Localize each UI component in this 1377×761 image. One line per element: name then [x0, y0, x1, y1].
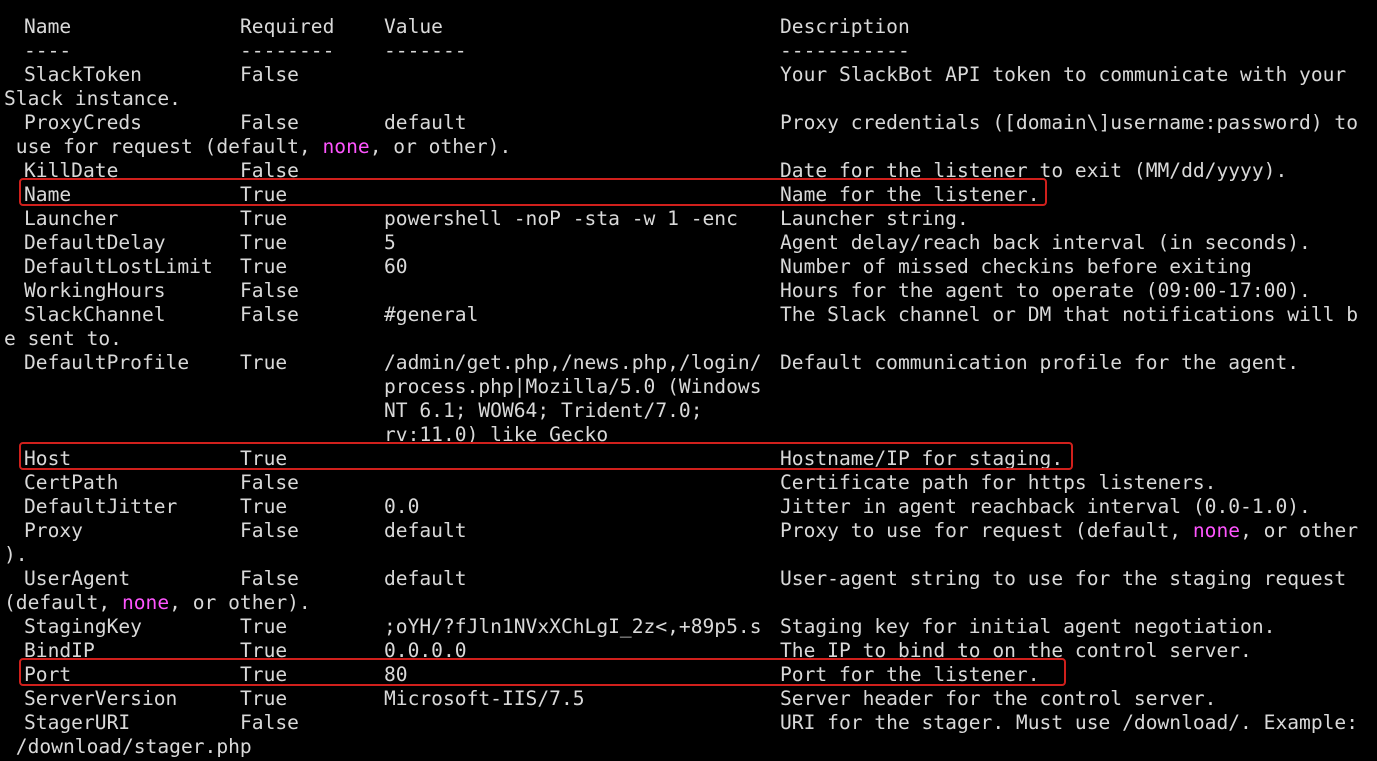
highlighted-keyword: none	[322, 135, 370, 158]
terminal-output: Name Required Value Description ---- --------…	[0, 0, 1377, 761]
option-name: WorkingHours	[24, 279, 166, 302]
highlighted-keyword: none	[121, 591, 170, 614]
option-required: True	[240, 615, 288, 638]
option-description: Jitter in agent reachback interval (0.0-…	[780, 495, 1311, 518]
option-required: True	[240, 231, 288, 254]
option-required: False	[240, 519, 299, 542]
option-value: default	[384, 567, 467, 590]
option-value: 5	[384, 231, 396, 254]
dashes-name: ----	[24, 39, 72, 62]
highlighted-keyword: none	[1192, 519, 1241, 542]
header-name: Name	[24, 15, 72, 38]
dashes-required: --------	[240, 39, 335, 62]
option-required: False	[240, 567, 299, 590]
wrapped-text: , or other).	[369, 135, 512, 158]
wrapped-text: Slack instance.	[4, 87, 181, 110]
header-value: Value	[384, 15, 443, 38]
dashes-description: -----------	[780, 39, 910, 62]
option-required: False	[240, 711, 299, 734]
wrapped-text: e sent to.	[4, 327, 122, 350]
description-text: , or other	[1240, 519, 1359, 542]
wrapped-line: e sent to.	[4, 327, 122, 351]
option-description: Default communication profile for the ag…	[780, 351, 1300, 374]
wrapped-line: (default, none, or other).	[4, 591, 311, 615]
option-description: Hours for the agent to operate (09:00-17…	[780, 279, 1311, 302]
option-value: default	[384, 111, 467, 134]
option-name: StagerURI	[24, 711, 131, 734]
wrapped-text: ).	[4, 543, 28, 566]
option-name: Launcher	[24, 207, 119, 230]
option-description: Proxy credentials ([domain\]username:pas…	[780, 111, 1359, 134]
option-required: True	[240, 495, 288, 518]
option-name: Proxy	[24, 519, 83, 542]
wrapped-text: use for request (default,	[4, 135, 323, 158]
option-value: Microsoft-IIS/7.5	[384, 687, 585, 710]
option-value: 0.0	[384, 495, 420, 518]
option-value-continuation: NT 6.1; WOW64; Trident/7.0;	[384, 399, 703, 422]
header-required: Required	[240, 15, 335, 38]
option-value-continuation: process.php|Mozilla/5.0 (Windows	[384, 375, 762, 398]
option-description: Server header for the control server.	[780, 687, 1217, 710]
option-required: False	[240, 63, 299, 86]
option-required: True	[240, 207, 288, 230]
highlight-box-name	[19, 178, 1047, 206]
wrapped-text: (default,	[4, 591, 122, 614]
option-required: True	[240, 687, 288, 710]
option-required: False	[240, 111, 299, 134]
highlight-box-port	[19, 658, 1066, 686]
option-required: True	[240, 351, 288, 374]
wrapped-text: , or other).	[169, 591, 311, 614]
option-value: #general	[384, 303, 479, 326]
option-value: default	[384, 519, 467, 542]
option-name: DefaultLostLimit	[24, 255, 213, 278]
option-description: The Slack channel or DM that notificatio…	[780, 303, 1359, 326]
option-description: Staging key for initial agent negotiatio…	[780, 615, 1276, 638]
option-name: CertPath	[24, 471, 119, 494]
option-value: /admin/get.php,/news.php,/login/	[384, 351, 762, 374]
option-required: False	[240, 471, 299, 494]
option-value: 60	[384, 255, 408, 278]
option-description: User-agent string to use for the staging…	[780, 567, 1347, 590]
option-description: Launcher string.	[780, 207, 969, 230]
option-value: ;oYH/?fJln1NVxXChLgI_2z<,+89p5.s	[384, 615, 762, 638]
option-name: ServerVersion	[24, 687, 178, 710]
description-text: Proxy to use for request (default,	[780, 519, 1193, 542]
option-description: Your SlackBot API token to communicate w…	[780, 63, 1347, 86]
wrapped-line: use for request (default, none, or other…	[4, 135, 511, 159]
wrapped-text: /download/stager.php	[4, 735, 252, 758]
option-value: powershell -noP -sta -w 1 -enc	[384, 207, 738, 230]
option-name: SlackChannel	[24, 303, 166, 326]
option-name: DefaultDelay	[24, 231, 166, 254]
option-name: UserAgent	[24, 567, 131, 590]
option-required: False	[240, 279, 299, 302]
option-name: StagingKey	[24, 615, 142, 638]
highlight-box-host	[19, 442, 1073, 470]
option-name: ProxyCreds	[24, 111, 142, 134]
option-name: SlackToken	[24, 63, 142, 86]
header-description: Description	[780, 15, 910, 38]
wrapped-line: /download/stager.php	[4, 735, 252, 759]
option-description: Certificate path for https listeners.	[780, 471, 1217, 494]
option-name: DefaultProfile	[24, 351, 190, 374]
dashes-value: -------	[384, 39, 467, 62]
option-description: Proxy to use for request (default, none,…	[780, 519, 1358, 543]
option-required: False	[240, 303, 299, 326]
option-name: DefaultJitter	[24, 495, 178, 518]
wrapped-line: Slack instance.	[4, 87, 181, 111]
option-description: Number of missed checkins before exiting	[780, 255, 1252, 278]
option-description: URI for the stager. Must use /download/.…	[780, 711, 1359, 734]
option-description: Agent delay/reach back interval (in seco…	[780, 231, 1311, 254]
option-required: True	[240, 255, 288, 278]
wrapped-line: ).	[4, 543, 28, 567]
